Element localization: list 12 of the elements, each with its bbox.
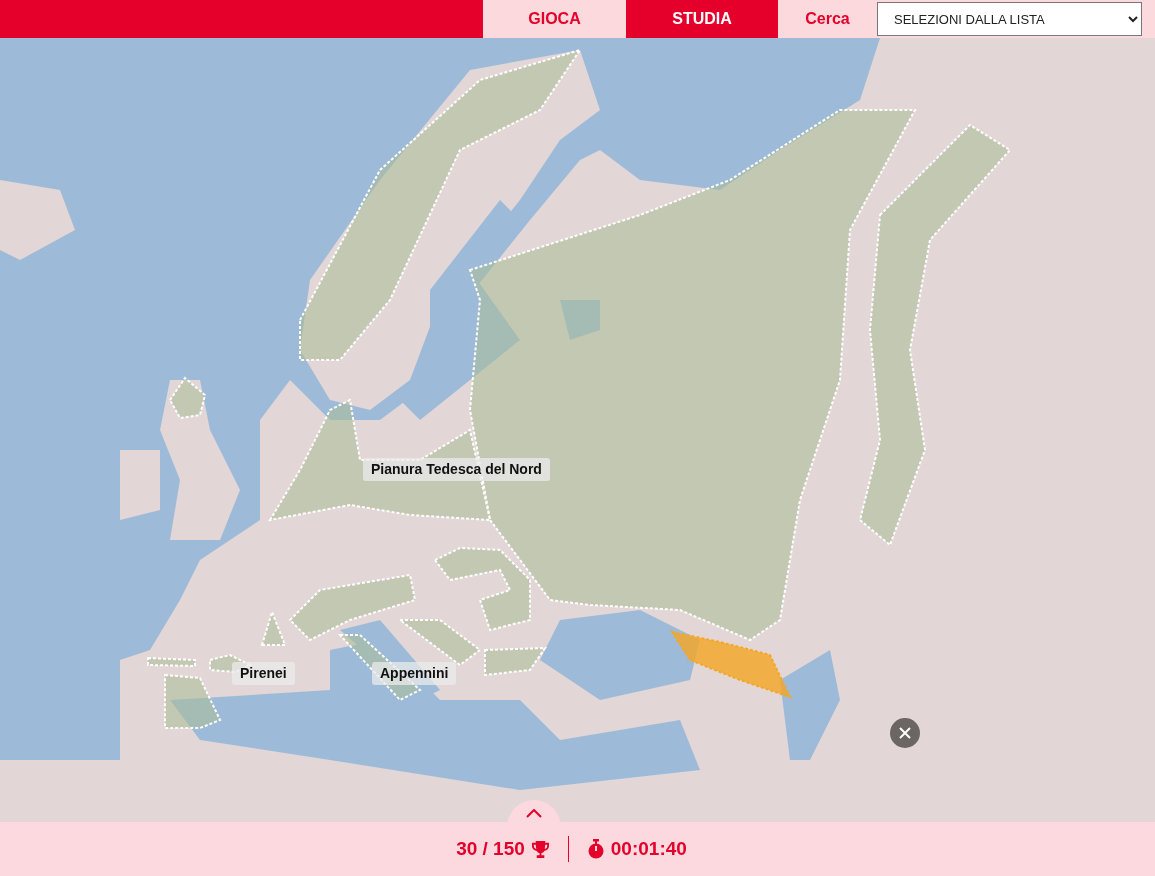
timer-text: 00:01:40	[610, 838, 687, 860]
region-label: Pianura Tedesca del Nord	[363, 458, 550, 481]
search-label: Cerca	[804, 10, 851, 28]
stopwatch-icon	[586, 839, 605, 859]
region-label: Pirenei	[232, 662, 295, 685]
score-text: 30 / 150	[456, 838, 525, 860]
nav-tab[interactable]: GIOCA	[483, 0, 626, 38]
list-select[interactable]: SELEZIONI DALLA LISTA	[877, 2, 1142, 36]
region-label: Appennini	[372, 662, 457, 685]
trophy-icon	[530, 839, 550, 859]
close-icon	[899, 727, 911, 739]
chevron-up-icon	[526, 809, 542, 818]
